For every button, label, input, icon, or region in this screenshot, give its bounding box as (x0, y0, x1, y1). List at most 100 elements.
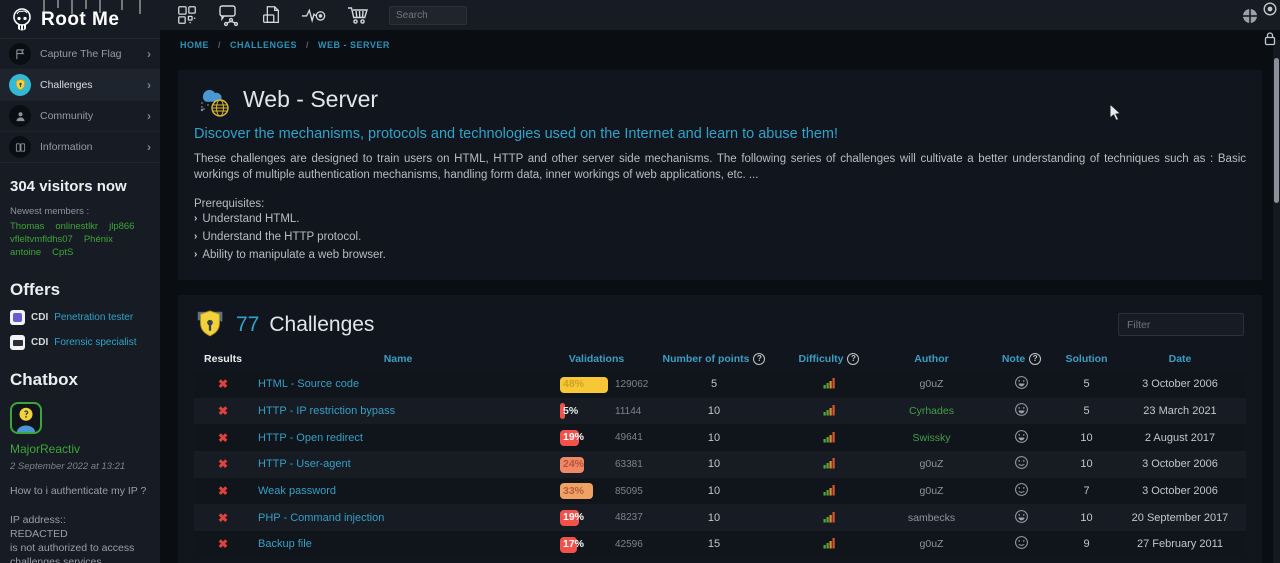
member-link[interactable]: Phénix (84, 234, 113, 245)
bullet-chevron-icon: › (194, 228, 197, 246)
sidebar-item-community[interactable]: Community › (0, 101, 160, 132)
validation-count: 11144 (615, 406, 641, 417)
cart-icon[interactable] (346, 3, 370, 27)
challenge-link[interactable]: HTTP - User-agent (258, 458, 351, 470)
not-validated-icon: ✖ (194, 431, 252, 445)
challenge-date: 27 February 2011 (1114, 538, 1246, 550)
author-link[interactable]: Cyrhades (909, 405, 954, 417)
author-link[interactable]: g0uZ (920, 485, 944, 497)
qr-docs-icon[interactable] (176, 4, 198, 26)
author-link[interactable]: sambecks (908, 512, 955, 524)
author-link[interactable]: g0uZ (920, 458, 944, 470)
breadcrumb-home-link[interactable]: HOME (180, 40, 209, 50)
note-face-icon (984, 402, 1059, 420)
solution-count-link[interactable]: 9 (1083, 538, 1089, 550)
challenge-date: 3 October 2006 (1114, 458, 1246, 470)
member-link[interactable]: antoine (10, 247, 41, 258)
company-logo (10, 335, 25, 350)
column-name[interactable]: Name (252, 353, 544, 365)
member-link[interactable]: CptS (52, 247, 73, 258)
offer-link[interactable]: Forensic specialist (54, 337, 136, 348)
brand-logo[interactable]: Root Me (0, 0, 160, 38)
lock-icon[interactable] (1263, 31, 1277, 51)
sidebar-item-capture-the-flag[interactable]: Capture The Flag › (0, 39, 160, 70)
chat-username-link[interactable]: MajorReactiv (10, 442, 80, 456)
member-link[interactable]: vfleltvmfldhs07 (10, 234, 73, 245)
chevron-right-icon: › (147, 47, 151, 61)
offer-contract-type: CDI (31, 337, 48, 348)
member-link[interactable]: Thomas (10, 221, 44, 232)
solution-count-link[interactable]: 10 (1080, 512, 1092, 524)
forum-icon[interactable] (217, 3, 241, 27)
sidebar-menu: Capture The Flag › Challenges › Communit… (0, 38, 160, 163)
member-link[interactable]: jlp866 (109, 221, 134, 232)
challenge-link[interactable]: Backup file (258, 538, 312, 550)
challenge-link[interactable]: HTTP - IP restriction bypass (258, 405, 395, 417)
validation-percent: 5% (563, 405, 578, 417)
not-validated-icon: ✖ (194, 484, 252, 498)
vertical-scrollbar[interactable] (1273, 40, 1280, 563)
table-row: ✖ HTTP - IP restriction bypass 5% 11144 … (194, 398, 1246, 425)
column-note[interactable]: Note ? (984, 353, 1059, 365)
breadcrumb-challenges-link[interactable]: CHALLENGES (230, 40, 297, 50)
column-results[interactable]: Results (194, 353, 252, 365)
breadcrumb-current-page[interactable]: WEB - SERVER (318, 40, 390, 50)
solution-count-link[interactable]: 5 (1083, 378, 1089, 390)
information-books-icon (9, 136, 31, 158)
validation-percent: 19% (563, 431, 584, 443)
difficulty-bars-icon (779, 456, 879, 472)
column-solution[interactable]: Solution (1059, 353, 1114, 365)
solution-count-link[interactable]: 10 (1080, 458, 1092, 470)
challenge-link[interactable]: PHP - Command injection (258, 512, 384, 524)
help-icon[interactable]: ? (1029, 353, 1041, 365)
validation-count: 49641 (615, 432, 643, 443)
help-icon[interactable]: ? (753, 353, 765, 365)
solution-count-link[interactable]: 5 (1083, 405, 1089, 417)
documents-icon[interactable] (260, 3, 282, 27)
scrollbar-thumb[interactable] (1274, 58, 1279, 203)
column-difficulty-label: Difficulty (799, 353, 844, 365)
page-subtitle: Discover the mechanisms, protocols and t… (194, 126, 1246, 142)
column-points[interactable]: Number of points ? (649, 353, 779, 365)
table-row: ✖ HTTP - Open redirect 19% 49641 10 Swis… (194, 424, 1246, 451)
filter-input[interactable] (1118, 313, 1244, 336)
note-face-icon (984, 535, 1059, 553)
solution-count-link[interactable]: 10 (1080, 432, 1092, 444)
chat-timestamp: 2 September 2022 at 13:21 (10, 461, 150, 472)
skull-icon (10, 7, 34, 33)
member-link[interactable]: onlinestlkr (55, 221, 98, 232)
author-link[interactable]: g0uZ (920, 538, 944, 550)
challenge-link[interactable]: HTML - Source code (258, 378, 359, 390)
column-validations[interactable]: Validations (544, 353, 649, 365)
column-author[interactable]: Author (879, 353, 984, 365)
sidebar-item-information[interactable]: Information › (0, 132, 160, 163)
points-value: 10 (649, 485, 779, 497)
author-link[interactable]: g0uZ (920, 378, 944, 390)
table-row: ✖ Weak password 33% 85095 10 g0uZ 7 3 Oc… (194, 478, 1246, 505)
validation-percent: 19% (563, 511, 584, 523)
solution-count-link[interactable]: 7 (1083, 485, 1089, 497)
column-date[interactable]: Date (1114, 353, 1246, 365)
column-difficulty[interactable]: Difficulty ? (779, 353, 879, 365)
offers-block: Offers CDI Penetration tester CDI Forens… (0, 258, 160, 350)
help-icon[interactable]: ? (847, 353, 859, 365)
globe-icon[interactable] (1242, 8, 1258, 29)
sidebar-item-label: Information (40, 141, 93, 153)
ctf-flag-icon (9, 43, 31, 65)
bullet-chevron-icon: › (194, 210, 197, 228)
avatar[interactable] (10, 402, 42, 434)
not-validated-icon: ✖ (194, 537, 252, 551)
search-input[interactable] (389, 6, 467, 25)
validation-percent: 24% (563, 458, 584, 470)
activity-icon[interactable] (301, 5, 327, 25)
record-icon[interactable] (1263, 2, 1277, 21)
sidebar-item-label: Capture The Flag (40, 48, 122, 60)
prerequisite-item: › Ability to manipulate a web browser. (194, 246, 1246, 264)
author-link[interactable]: Swissky (913, 432, 951, 444)
chevron-right-icon: › (147, 78, 151, 92)
sidebar-item-challenges[interactable]: Challenges › (0, 70, 160, 101)
difficulty-bars-icon (779, 536, 879, 552)
challenge-link[interactable]: HTTP - Open redirect (258, 432, 363, 444)
challenge-link[interactable]: Weak password (258, 485, 336, 497)
offer-link[interactable]: Penetration tester (54, 312, 133, 323)
